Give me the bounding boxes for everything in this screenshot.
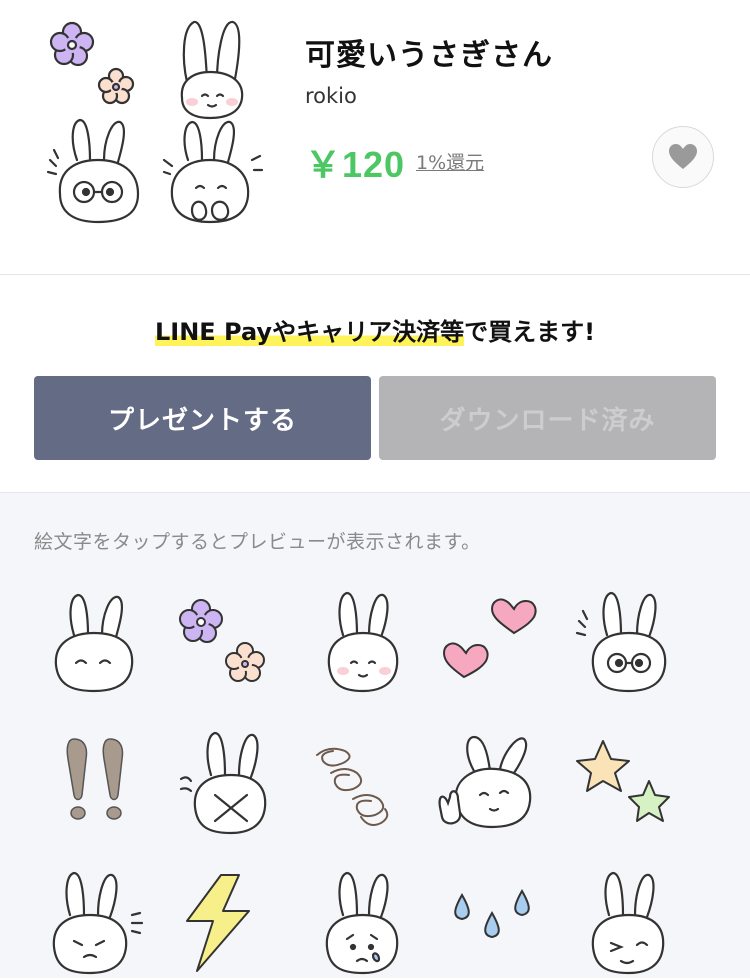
emoji-rabbit-crossed[interactable] [167, 729, 287, 839]
rabbit-blush-icon [327, 591, 399, 693]
section-divider [0, 274, 750, 275]
stars-icon [576, 740, 670, 822]
favorite-button[interactable] [652, 126, 714, 188]
rabbit-icon [180, 20, 244, 120]
emoji-lightning[interactable] [167, 869, 287, 979]
emoji-exclamation-marks[interactable] [34, 729, 154, 839]
lightning-icon [186, 874, 250, 972]
rabbit-pout-icon [52, 871, 144, 975]
product-title: 可愛いうさぎさん [305, 38, 553, 73]
emoji-rabbit-tear[interactable] [301, 869, 421, 979]
emoji-water-drops[interactable] [434, 869, 554, 979]
payment-promo: LINE Payやキャリア決済等で買えます! [0, 312, 750, 347]
price: ￥120 [305, 144, 406, 185]
emoji-stars[interactable] [567, 729, 687, 839]
author-name[interactable]: rokio [305, 84, 357, 108]
rabbit-tear-icon [325, 871, 399, 975]
emoji-rabbit-smile[interactable] [34, 589, 154, 699]
emoji-rabbit-wink[interactable] [567, 869, 687, 979]
emoji-rabbit-blush[interactable] [301, 589, 421, 699]
exclamation-marks-icon [66, 738, 124, 820]
download-button[interactable]: ダウンロード済み [379, 376, 716, 460]
preview-hint: 絵文字をタップするとプレビューが表示されます。 [34, 531, 481, 553]
hearts-icon [442, 598, 537, 679]
rabbit-peace-icon [438, 735, 532, 829]
product-thumbnail [46, 20, 264, 224]
present-button[interactable]: プレゼントする [34, 376, 371, 460]
emoji-rabbit-glasses[interactable] [567, 589, 687, 699]
cashback-link[interactable]: 1%還元 [416, 148, 484, 175]
flower-icon [49, 21, 95, 67]
water-drops-icon [454, 888, 530, 939]
emoji-flowers[interactable] [167, 589, 287, 699]
promo-text: で買えます! [464, 318, 596, 346]
emoji-hearts[interactable] [434, 589, 554, 699]
emoji-rabbit-pout[interactable] [34, 869, 154, 979]
spiral-icon [316, 747, 389, 826]
emoji-spiral-dizzy[interactable] [301, 729, 421, 839]
emoji-preview-section: 絵文字をタップするとプレビューが表示されます。 [0, 492, 750, 978]
rabbit-wink-icon [591, 871, 665, 975]
rabbit-smile-icon [54, 593, 134, 693]
rabbit-glasses-icon [575, 591, 667, 693]
flowers-icon [179, 599, 265, 682]
rabbit-crossed-icon [179, 731, 267, 835]
heart-icon [669, 144, 697, 169]
product-header: 可愛いうさぎさん rokio ￥120 1%還元 [0, 0, 750, 274]
emoji-rabbit-peace[interactable] [434, 729, 554, 839]
promo-highlight: LINE Payやキャリア決済等 [154, 318, 465, 346]
